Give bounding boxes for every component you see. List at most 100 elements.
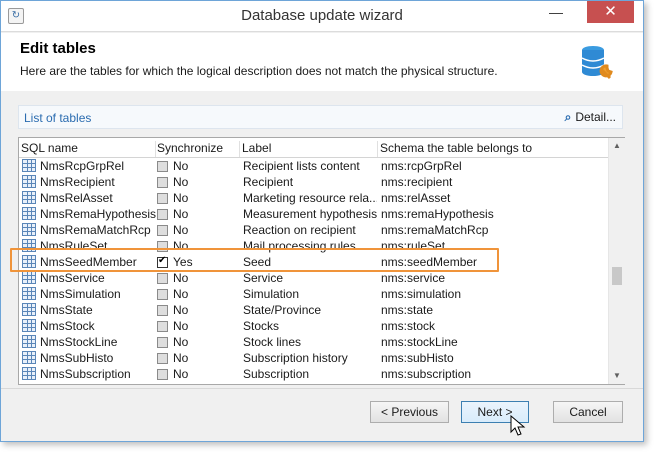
table-row[interactable]: NmsSeedMember Yes Seed nms:seedMember (19, 254, 609, 270)
row-label: Simulation (243, 287, 300, 301)
row-schema: nms:service (381, 271, 446, 285)
row-schema: nms:stock (381, 319, 436, 333)
sync-checkbox[interactable] (157, 225, 168, 236)
table-icon (22, 287, 36, 300)
row-sync-value: No (173, 351, 189, 365)
close-icon[interactable]: ✕ (587, 1, 634, 23)
row-sync-value: No (173, 319, 189, 333)
row-label: Reaction on recipient (243, 223, 356, 237)
col-sql-name[interactable]: SQL name (21, 141, 156, 157)
table-icon (22, 223, 36, 236)
page-description: Here are the tables for which the logica… (20, 64, 498, 78)
sync-checkbox[interactable] (157, 209, 168, 220)
scroll-down-icon[interactable]: ▼ (609, 368, 625, 384)
table-icon (22, 271, 36, 284)
row-schema: nms:seedMember (381, 255, 478, 269)
table-row[interactable]: NmsService No Service nms:service (19, 270, 609, 286)
footer-divider (1, 388, 643, 389)
row-sql-name: NmsRcpGrpRel (40, 159, 125, 173)
table-row[interactable]: NmsSubHisto No Subscription history nms:sub… (19, 350, 609, 366)
row-sql-name: NmsService (40, 271, 105, 285)
row-sync-value: No (173, 175, 189, 189)
row-sync-value: No (173, 335, 189, 349)
col-synchronize[interactable]: Synchronize (157, 141, 240, 157)
wizard-header: Edit tables Here are the tables for whic… (1, 33, 643, 91)
table-icon (22, 175, 36, 188)
row-label: Subscription (243, 367, 310, 381)
col-schema[interactable]: Schema the table belongs to (380, 141, 560, 157)
row-label: Measurement hypothesis (243, 207, 377, 221)
sync-checkbox[interactable] (157, 305, 168, 316)
wizard-window: ↻ Database update wizard — ✕ Edit tables… (0, 0, 644, 442)
row-schema: nms:remaMatchRcp (381, 223, 489, 237)
table-icon (22, 351, 36, 364)
row-schema: nms:simulation (381, 287, 462, 301)
table-row[interactable]: NmsRuleSet No Mail processing rules nms:rul… (19, 238, 609, 254)
sync-checkbox[interactable] (157, 273, 168, 284)
row-sync-value: No (173, 287, 189, 301)
row-sync-value: No (173, 191, 189, 205)
row-sql-name: NmsRecipient (40, 175, 115, 189)
scroll-up-icon[interactable]: ▲ (609, 138, 625, 154)
table-row[interactable]: NmsRcpGrpRel No Recipient lists content nms… (19, 158, 609, 174)
table-icon (22, 159, 36, 172)
row-sql-name: NmsStock (40, 319, 95, 333)
search-icon: ⌕ (564, 110, 572, 124)
previous-button[interactable]: < Previous (370, 401, 449, 423)
sync-checkbox[interactable] (157, 321, 168, 332)
table-icon (22, 303, 36, 316)
row-sql-name: NmsSubHisto (40, 351, 114, 365)
row-schema: nms:state (381, 303, 434, 317)
row-label: Marketing resource rela... (243, 191, 377, 205)
table-row[interactable]: NmsRemaMatchRcp No Reaction on recipient nm… (19, 222, 609, 238)
col-label[interactable]: Label (242, 141, 378, 157)
row-sql-name: NmsRelAsset (40, 191, 113, 205)
table-row[interactable]: NmsStock No Stocks nms:stock (19, 318, 609, 334)
table-icon (22, 319, 36, 332)
table-row[interactable]: NmsRecipient No Recipient nms:recipient (19, 174, 609, 190)
table-icon (22, 207, 36, 220)
row-sql-name: NmsSimulation (40, 287, 121, 301)
row-schema: nms:subHisto (381, 351, 454, 365)
row-label: Recipient lists content (243, 159, 360, 173)
title-bar: ↻ Database update wizard — ✕ (1, 1, 643, 32)
table-row[interactable]: NmsSimulation No Simulation nms:simulation (19, 286, 609, 302)
row-schema: nms:remaHypothesis (381, 207, 494, 221)
scroll-thumb[interactable] (612, 267, 622, 285)
table-row[interactable]: NmsRelAsset No Marketing resource rela... n… (19, 190, 609, 206)
row-sync-value: No (173, 239, 189, 253)
detail-button[interactable]: ⌕ Detail... (565, 110, 616, 125)
row-sql-name: NmsStockLine (40, 335, 118, 349)
sync-checkbox[interactable] (157, 353, 168, 364)
sync-checkbox[interactable] (157, 369, 168, 380)
row-schema: nms:stockLine (381, 335, 458, 349)
list-of-tables-label: List of tables (24, 111, 92, 125)
sync-checkbox[interactable] (157, 241, 168, 252)
mouse-cursor-icon (510, 415, 526, 436)
table-row[interactable]: NmsRemaHypothesis No Measurement hypothesi… (19, 206, 609, 222)
table-icon (22, 367, 36, 380)
minimize-icon[interactable]: — (542, 1, 570, 23)
table-row[interactable]: NmsState No State/Province nms:state (19, 302, 609, 318)
sync-checkbox[interactable] (157, 255, 168, 268)
row-sql-name: NmsSeedMember (40, 255, 137, 269)
sync-checkbox[interactable] (157, 193, 168, 204)
row-schema: nms:relAsset (381, 191, 451, 205)
row-label: Stocks (243, 319, 280, 333)
row-sql-name: NmsSubscription (40, 367, 131, 381)
row-sync-value: Yes (173, 255, 193, 269)
sync-checkbox[interactable] (157, 337, 168, 348)
row-label: Seed (243, 255, 272, 269)
grid-header: SQL name Synchronize Label Schema the ta… (19, 138, 609, 158)
tables-section-bar: List of tables ⌕ Detail... (18, 105, 623, 129)
tables-grid[interactable]: SQL name Synchronize Label Schema the ta… (18, 137, 625, 385)
sync-checkbox[interactable] (157, 161, 168, 172)
table-row[interactable]: NmsStockLine No Stock lines nms:stockLine (19, 334, 609, 350)
sync-checkbox[interactable] (157, 289, 168, 300)
sync-checkbox[interactable] (157, 177, 168, 188)
table-row[interactable]: NmsSubscription No Subscription nms:subscri… (19, 366, 609, 382)
row-sync-value: No (173, 223, 189, 237)
row-label: State/Province (243, 303, 322, 317)
grid-scrollbar[interactable]: ▲ ▼ (608, 138, 625, 384)
cancel-button[interactable]: Cancel (553, 401, 623, 423)
